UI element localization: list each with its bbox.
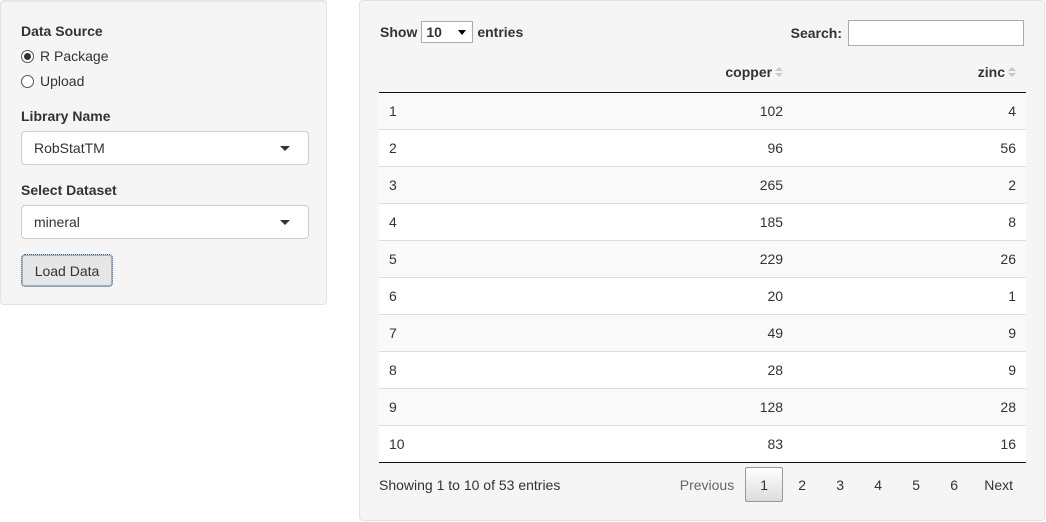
radio-upload[interactable]: Upload xyxy=(21,73,84,89)
zinc-cell: 9 xyxy=(793,313,1026,351)
row-index-cell: 4 xyxy=(379,202,489,240)
dataset-select[interactable]: mineral xyxy=(21,205,309,239)
copper-cell: 83 xyxy=(488,424,794,463)
zinc-cell: 1 xyxy=(793,276,1026,314)
zinc-cell: 2 xyxy=(793,165,1026,203)
page-button-1[interactable]: 1 xyxy=(745,467,784,502)
zinc-cell: 4 xyxy=(1008,102,1016,119)
row-index-cell: 3 xyxy=(379,165,489,203)
table-body: 1 102 4 2 96 56 3 265 2 4 185 8 5 229 26 6 20 1 7 49 9 8 28 9 9 1… xyxy=(379,92,1026,463)
table-header-row: copper zinc xyxy=(379,52,1026,93)
sort-icon xyxy=(1008,67,1016,78)
zinc-cell: 26 xyxy=(793,239,1026,277)
zinc-cell: 28 xyxy=(793,387,1026,425)
zinc-cell: 56 xyxy=(793,128,1026,166)
zinc-cell: 16 xyxy=(793,424,1026,463)
chevron-down-icon xyxy=(458,29,467,35)
page-button-3[interactable]: 3 xyxy=(821,467,859,502)
column-header-index[interactable] xyxy=(379,52,489,93)
table-info: Showing 1 to 10 of 53 entries xyxy=(379,477,561,493)
table-row[interactable]: 3 265 2 xyxy=(379,165,1026,203)
sidebar-panel: Data Source R Package Upload Library Nam… xyxy=(0,0,327,305)
table-row[interactable]: 7 49 9 xyxy=(379,313,1026,351)
dataset-select-value: mineral xyxy=(34,214,80,230)
copper-cell: 185 xyxy=(488,202,794,240)
radio-upload-icon[interactable] xyxy=(21,74,34,88)
zinc-cell: 8 xyxy=(793,202,1026,240)
row-index-cell: 8 xyxy=(379,350,489,388)
radio-r-package-icon[interactable] xyxy=(21,49,34,63)
table-row[interactable]: 5 229 26 xyxy=(379,239,1026,277)
entries-length-select[interactable]: 10 xyxy=(421,21,474,43)
table-row[interactable]: 6 20 1 xyxy=(379,276,1026,314)
copper-cell: 102 xyxy=(759,102,784,119)
table-row[interactable]: 8 28 9 xyxy=(379,350,1026,388)
table-row[interactable]: 10 83 16 xyxy=(379,424,1026,463)
pagination: Previous 1 2 3 4 5 6 Next xyxy=(669,467,1024,502)
data-source-label: Data Source xyxy=(21,23,103,39)
data-table: copper zinc 1 102 4 2 96 56 3 265 2 4 185 8 5 229 26 6 2… xyxy=(379,52,1026,463)
copper-cell: 49 xyxy=(488,313,794,351)
library-name-label: Library Name xyxy=(21,108,111,124)
chevron-down-icon xyxy=(280,219,290,225)
chevron-down-icon xyxy=(280,145,290,151)
table-row[interactable]: 1 102 4 xyxy=(379,92,1026,129)
page-button-2[interactable]: 2 xyxy=(783,467,821,502)
library-select-value: RobStatTM xyxy=(34,140,105,156)
sort-icon xyxy=(775,67,784,78)
search-control: Search: xyxy=(791,20,1024,46)
radio-upload-label: Upload xyxy=(40,73,85,89)
table-row[interactable]: 9 128 28 xyxy=(379,387,1026,425)
copper-cell: 229 xyxy=(488,239,794,277)
copper-cell: 20 xyxy=(488,276,794,314)
next-page-button[interactable]: Next xyxy=(973,467,1024,502)
page-button-5[interactable]: 5 xyxy=(897,467,935,502)
row-index-cell: 2 xyxy=(379,128,489,166)
row-index-cell: 6 xyxy=(379,276,489,314)
row-index-cell: 5 xyxy=(379,239,489,277)
column-header-zinc-label: zinc xyxy=(977,63,1005,80)
copper-cell: 28 xyxy=(488,350,794,388)
radio-r-package[interactable]: R Package xyxy=(21,48,108,64)
library-select[interactable]: RobStatTM xyxy=(21,131,309,165)
select-dataset-label: Select Dataset xyxy=(21,182,117,198)
entries-length-value: 10 xyxy=(426,24,442,40)
table-row[interactable]: 4 185 8 xyxy=(379,202,1026,240)
row-index-cell: 7 xyxy=(379,313,489,351)
row-index-cell: 1 xyxy=(389,102,397,119)
column-header-copper-label: copper xyxy=(725,63,773,80)
radio-r-package-label: R Package xyxy=(40,48,109,64)
load-data-button[interactable]: Load Data xyxy=(21,254,113,287)
copper-cell: 128 xyxy=(488,387,794,425)
column-header-copper[interactable]: copper xyxy=(488,52,794,93)
show-label: Show xyxy=(380,24,418,40)
page-button-4[interactable]: 4 xyxy=(859,467,897,502)
row-index-cell: 9 xyxy=(379,387,489,425)
length-control: Show 10 entries xyxy=(380,21,523,43)
main-panel: Show 10 entries Search: copper zinc 1 102… xyxy=(359,0,1045,521)
previous-page-button[interactable]: Previous xyxy=(669,467,745,502)
page-button-6[interactable]: 6 xyxy=(935,467,973,502)
table-row[interactable]: 2 96 56 xyxy=(379,128,1026,166)
copper-cell: 265 xyxy=(488,165,794,203)
column-header-zinc[interactable]: zinc xyxy=(793,52,1026,93)
entries-label: entries xyxy=(477,24,524,40)
search-label: Search: xyxy=(790,25,842,41)
zinc-cell: 9 xyxy=(793,350,1026,388)
copper-cell: 96 xyxy=(488,128,794,166)
row-index-cell: 10 xyxy=(379,424,489,463)
search-input[interactable] xyxy=(848,20,1024,46)
